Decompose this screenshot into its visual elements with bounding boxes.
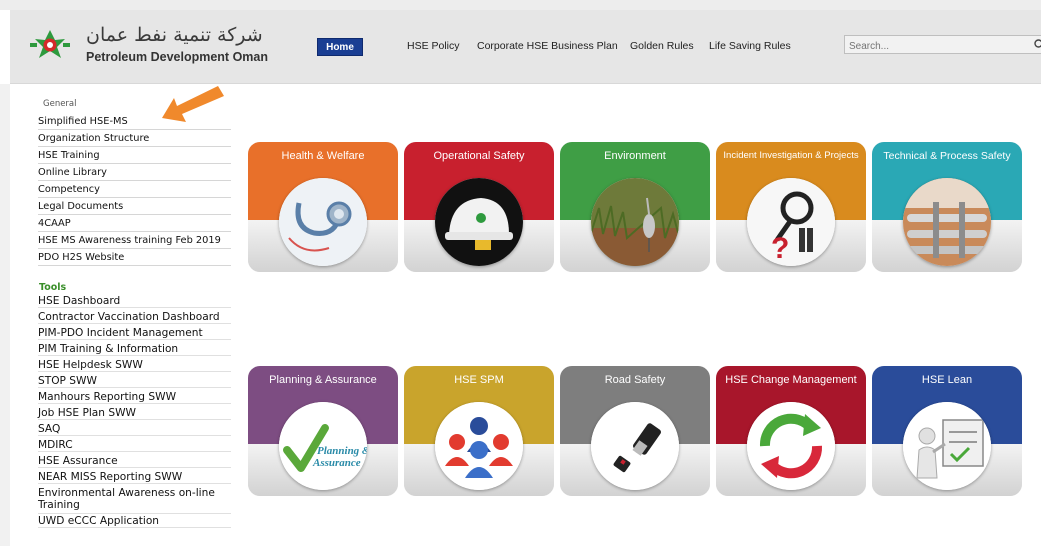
nav-corporate-hse-business-plan[interactable]: Corporate HSE Business Plan	[477, 40, 618, 52]
tile-image: Planning & Assurance	[279, 402, 367, 490]
heron-icon	[591, 178, 679, 266]
nav-hse-policy[interactable]: HSE Policy	[407, 40, 460, 52]
seatbelt-icon	[591, 402, 679, 490]
nav-home[interactable]: Home	[317, 38, 363, 56]
investigation-icon: ?	[747, 178, 835, 266]
tile-title: Technical & Process Safety	[883, 150, 1011, 162]
orange-pointer-arrow-icon	[162, 86, 224, 122]
planning-assurance-image-text: Planning & Assurance	[312, 445, 367, 469]
tool-environmental-awareness-training[interactable]: Environmental Awareness on-line Training	[38, 487, 231, 514]
tile-image	[747, 402, 835, 490]
presenter-icon	[903, 402, 991, 490]
tile-health-welfare[interactable]: Health & Welfare	[248, 142, 398, 272]
tool-pim-pdo-incident-management[interactable]: PIM-PDO Incident Management	[38, 327, 231, 340]
svg-text:?: ?	[771, 232, 789, 265]
tile-operational-safety[interactable]: Operational Safety	[404, 142, 554, 272]
tool-uwd-eccc-application[interactable]: UWD eCCC Application	[38, 515, 231, 528]
nav-golden-rules[interactable]: Golden Rules	[630, 40, 694, 52]
tool-hse-dashboard[interactable]: HSE Dashboard	[38, 295, 231, 308]
tile-image	[435, 402, 523, 490]
tool-stop-sww[interactable]: STOP SWW	[38, 375, 231, 388]
search-input[interactable]	[845, 38, 1025, 55]
stethoscope-icon	[279, 178, 367, 266]
sidebar-item-organization-structure[interactable]: Organization Structure	[38, 130, 231, 147]
tool-saq[interactable]: SAQ	[38, 423, 231, 436]
tool-pim-training-information[interactable]: PIM Training & Information	[38, 343, 231, 356]
cycle-arrows-icon	[747, 402, 835, 490]
general-heading: General	[43, 99, 77, 109]
tile-title: Road Safety	[604, 374, 666, 386]
tile-incident-investigation-projects[interactable]: Incident Investigation & Projects ?	[716, 142, 866, 272]
tile-image	[591, 402, 679, 490]
tile-hse-lean[interactable]: HSE Lean	[872, 366, 1022, 496]
pipeline-icon	[903, 178, 991, 266]
logo-arabic-text: شركة تنمية نفط عمان	[86, 24, 263, 46]
checkmark-icon: Planning & Assurance	[279, 402, 367, 490]
tile-title: Incident Investigation & Projects	[723, 150, 859, 161]
sidebar-item-pdo-h2s-website[interactable]: PDO H2S Website	[38, 249, 231, 266]
tile-planning-assurance[interactable]: Planning & Assurance Planning & Assuranc…	[248, 366, 398, 496]
tile-title: HSE Lean	[921, 374, 973, 386]
tool-mdirc[interactable]: MDIRC	[38, 439, 231, 452]
sidebar-item-4caap[interactable]: 4CAAP	[38, 215, 231, 232]
tile-image	[903, 402, 991, 490]
sidebar-item-hse-ms-awareness-training[interactable]: HSE MS Awareness training Feb 2019	[38, 232, 231, 249]
search-icon[interactable]	[1033, 38, 1041, 52]
tools-heading: Tools	[39, 282, 67, 293]
nav-life-saving-rules[interactable]: Life Saving Rules	[709, 40, 791, 52]
tile-road-safety[interactable]: Road Safety	[560, 366, 710, 496]
tool-hse-helpdesk-sww[interactable]: HSE Helpdesk SWW	[38, 359, 231, 372]
sidebar-item-online-library[interactable]: Online Library	[38, 164, 231, 181]
people-icon	[435, 402, 523, 490]
circle-text-line-2: Assurance	[312, 457, 361, 469]
sidebar-item-hse-training[interactable]: HSE Training	[38, 147, 231, 164]
browser-top-strip	[0, 0, 1041, 10]
tool-manhours-reporting-sww[interactable]: Manhours Reporting SWW	[38, 391, 231, 404]
tile-title: Operational Safety	[433, 150, 525, 162]
tile-hse-spm[interactable]: HSE SPM	[404, 366, 554, 496]
tool-hse-assurance[interactable]: HSE Assurance	[38, 455, 231, 468]
search-box	[844, 35, 1041, 55]
left-edge-strip	[0, 84, 10, 546]
site-header: شركة تنمية نفط عمان Petroleum Developmen…	[10, 10, 1041, 84]
logo-emblem-icon	[30, 30, 70, 58]
sidebar-item-legal-documents[interactable]: Legal Documents	[38, 198, 231, 215]
tile-environment[interactable]: Environment	[560, 142, 710, 272]
logo-english-text: Petroleum Development Oman	[86, 50, 268, 64]
tile-image	[591, 178, 679, 266]
tile-image	[435, 178, 523, 266]
hard-hat-icon	[435, 178, 523, 266]
tile-hse-change-management[interactable]: HSE Change Management	[716, 366, 866, 496]
tile-technical-process-safety[interactable]: Technical & Process Safety	[872, 142, 1022, 272]
tile-title: Health & Welfare	[281, 150, 365, 162]
tool-near-miss-reporting-sww[interactable]: NEAR MISS Reporting SWW	[38, 471, 231, 484]
sidebar-item-competency[interactable]: Competency	[38, 181, 231, 198]
circle-text-line-1: Planning &	[317, 445, 367, 457]
tile-title: HSE SPM	[454, 374, 504, 386]
tool-job-hse-plan-sww[interactable]: Job HSE Plan SWW	[38, 407, 231, 420]
tile-image: ?	[747, 178, 835, 266]
pdo-logo[interactable]: شركة تنمية نفط عمان Petroleum Developmen…	[28, 24, 268, 70]
tile-title: HSE Change Management	[725, 374, 857, 386]
tool-contractor-vaccination-dashboard[interactable]: Contractor Vaccination Dashboard	[38, 311, 231, 324]
tile-image	[903, 178, 991, 266]
tile-title: Environment	[604, 150, 666, 162]
tile-image	[279, 178, 367, 266]
tile-title: Planning & Assurance	[269, 374, 377, 386]
